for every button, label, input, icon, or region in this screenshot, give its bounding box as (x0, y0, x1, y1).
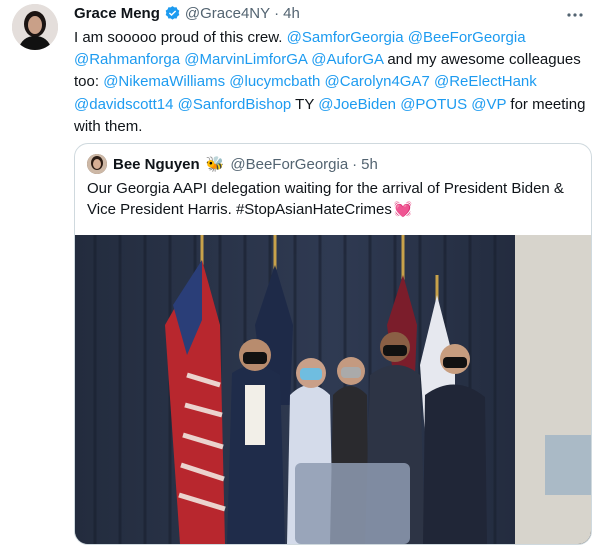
mention-link[interactable]: @SamforGeorgia (287, 29, 404, 46)
quote-author-avatar[interactable] (87, 154, 107, 174)
mention-link[interactable]: @SanfordBishop (178, 96, 292, 113)
mention-link[interactable]: @BeeForGeorgia (408, 29, 526, 46)
tweet-text-segment: I am sooooo proud of this crew. (74, 29, 287, 46)
quote-separator-dot: · (352, 155, 358, 173)
quote-text: Our Georgia AAPI delegation waiting for … (87, 179, 582, 220)
mention-link[interactable]: @davidscott14 (74, 96, 173, 113)
mention-link[interactable]: @lucymcbath (229, 73, 320, 90)
mention-link[interactable]: @NikemaWilliams (103, 73, 225, 90)
quote-author-name[interactable]: Bee Nguyen (113, 156, 200, 173)
quote-author-handle[interactable]: @BeeForGeorgia (230, 156, 348, 173)
mention-link[interactable]: @ReElectHank (434, 73, 537, 90)
tweet-time[interactable]: 4h (283, 5, 300, 22)
tweet-text-segment: TY (291, 95, 319, 113)
more-horizontal-icon[interactable] (566, 6, 584, 29)
author-handle[interactable]: @Grace4NY (185, 5, 270, 22)
photo-illustration (75, 235, 591, 544)
heart-icon: 💓 (393, 200, 413, 218)
author-name[interactable]: Grace Meng (74, 5, 160, 22)
quote-photo[interactable] (75, 235, 591, 544)
mention-link[interactable]: @MarvinLimforGA (184, 51, 307, 68)
mention-link[interactable]: @VP (471, 96, 506, 113)
separator-dot: · (274, 5, 280, 22)
quote-text-body: Our Georgia AAPI delegation waiting for … (87, 180, 564, 218)
verified-badge-icon (164, 5, 181, 22)
quoted-tweet[interactable]: Bee Nguyen 🐝 @BeeForGeorgia · 5h Our Geo… (74, 143, 592, 545)
mention-link[interactable]: @AuforGA (311, 51, 383, 68)
mention-link[interactable]: @Rahmanforga (74, 51, 180, 68)
tweet-text: I am sooooo proud of this crew. @SamforG… (74, 27, 594, 138)
mention-link[interactable]: @Carolyn4GA7 (325, 73, 430, 90)
quote-time[interactable]: 5h (361, 156, 378, 173)
mention-link[interactable]: @POTUS (400, 96, 467, 113)
bee-icon: 🐝 (205, 156, 225, 173)
mention-link[interactable]: @JoeBiden (318, 96, 396, 113)
tweet-header: Grace Meng @Grace4NY · 4h (74, 5, 300, 22)
author-avatar[interactable] (12, 4, 58, 50)
quote-header: Bee Nguyen 🐝 @BeeForGeorgia · 5h (87, 154, 382, 174)
